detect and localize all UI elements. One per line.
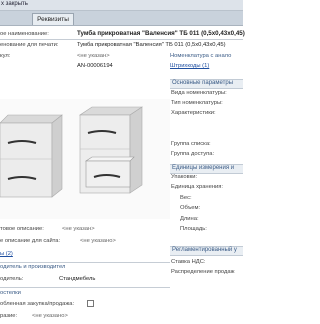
sales-distribution-label: Распределение продаж [171, 269, 235, 275]
analog-nomenclature[interactable]: Номенклатура с анало [170, 53, 231, 59]
characteristics-label: Характеристики: [171, 110, 216, 116]
units-header[interactable]: Единицы измерения и [170, 164, 243, 174]
storage-unit-label: Единица хранения: [171, 184, 224, 190]
volume-label: Объем: [180, 205, 201, 211]
checkbox-header[interactable]: остелки [0, 290, 21, 296]
kind-label: Вида номенклатуры: [171, 90, 227, 96]
main-params-label: Основные параметры [172, 80, 234, 86]
combined-purchase-checkbox[interactable] [87, 300, 94, 307]
id-value[interactable]: АN-00006194 [77, 63, 113, 69]
area-label: Площадь: [180, 226, 207, 232]
vat-rate-label: Ставка НДС: [171, 259, 206, 265]
close-button[interactable]: х закрыть [1, 1, 28, 7]
product-image [0, 99, 170, 219]
combined-purchase-label: обленная закупка/продажа: [0, 301, 75, 307]
manufacturer-label: одитель: [0, 276, 24, 282]
rich-desc-value[interactable]: <не указан> [62, 226, 95, 232]
divider [0, 39, 243, 40]
site-desc-label: е описание для сайта: [0, 238, 61, 244]
rich-desc-label: товое описание: [0, 226, 44, 232]
group-access-label: Группа доступа: [171, 151, 215, 157]
site-desc-value[interactable]: <не указано> [80, 238, 116, 244]
tab-requisites[interactable]: Реквизиты [32, 13, 74, 25]
print-name-label: енование для печати: [0, 42, 59, 48]
accounting-label: Регламентированный у [172, 247, 237, 253]
weight-label: Вес: [180, 195, 192, 201]
full-name-value[interactable]: Тумба прикроватная "Валенсия" ТБ 011 (0,… [77, 30, 245, 37]
manufacturer-header[interactable]: одитель и производител [0, 264, 65, 270]
last-label: разие: [0, 313, 18, 319]
main-params-header[interactable]: Основные параметры [170, 79, 243, 89]
full-name-label: ое наименование: [0, 31, 49, 37]
packaging-label: Упаковки: [171, 174, 198, 180]
code-label: кул: [0, 53, 11, 59]
manufacturer-value[interactable]: Стандмебель [59, 276, 95, 282]
units-label: Единицы измерения и [172, 165, 235, 171]
barcodes-link[interactable]: Штрихкоды (1) [170, 63, 209, 69]
group-list-label: Группа списка: [171, 141, 211, 147]
divider [0, 262, 170, 263]
length-label: Длина: [180, 216, 199, 222]
print-name-value[interactable]: Тумба прикроватная "Валенсия" ТБ 011 (0,… [77, 42, 226, 48]
divider [0, 287, 170, 288]
last-value[interactable]: <не указано> [32, 313, 68, 319]
files-link[interactable]: ы (2) [0, 251, 13, 257]
title-bar: х закрыть [0, 0, 243, 11]
accounting-header[interactable]: Регламентированный у [170, 246, 243, 256]
type-label: Тип номенклатуры: [171, 100, 223, 106]
code-value[interactable]: <не указан> [77, 53, 110, 59]
